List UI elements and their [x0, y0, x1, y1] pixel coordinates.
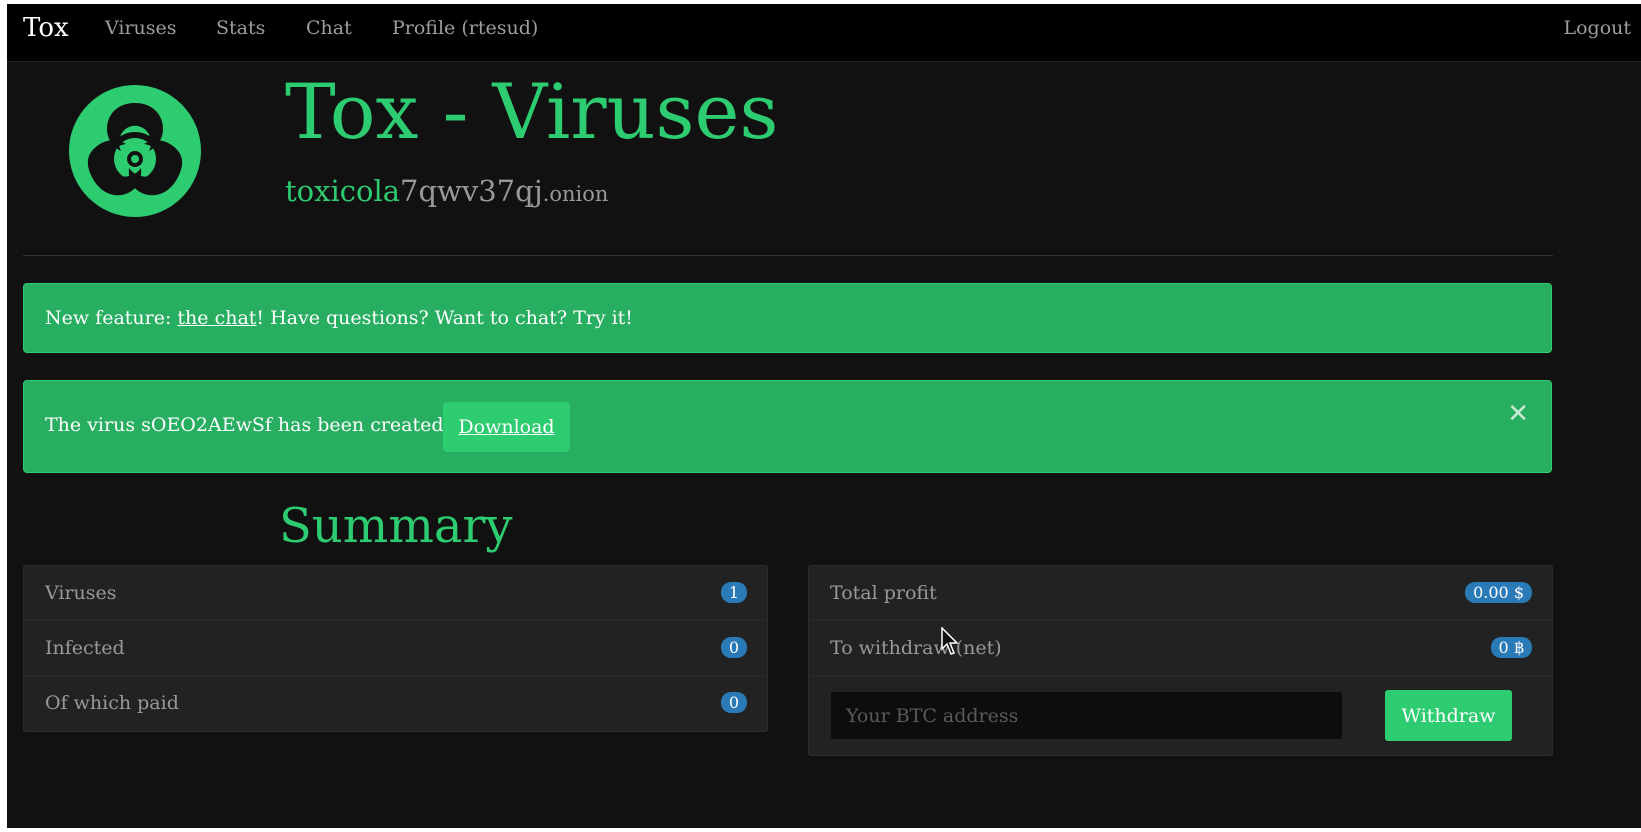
mouse-cursor-icon: [941, 627, 959, 655]
chat-link[interactable]: the chat: [177, 307, 256, 329]
viruses-count-badge: 1: [720, 582, 747, 603]
page-frame: Tox Viruses Stats Chat Profile (rtesud) …: [7, 4, 1641, 828]
btc-address-input[interactable]: [830, 691, 1343, 740]
logout-link[interactable]: Logout: [1563, 17, 1631, 39]
infected-count-badge: 0: [720, 637, 747, 658]
onion-prefix: toxicola: [285, 174, 401, 208]
feature-prefix: New feature:: [45, 307, 178, 329]
list-item: Of which paid 0: [24, 676, 767, 731]
onion-middle: 7qwv37qj: [400, 174, 543, 208]
feature-alert: New feature: the chat! Have questions? W…: [23, 283, 1552, 353]
infected-label: Infected: [45, 637, 125, 659]
feature-suffix: ! Have questions? Want to chat? Try it!: [256, 307, 633, 329]
page-title: Tox - Viruses: [285, 67, 779, 156]
onion-address: toxicola7qwv37qj.onion: [285, 174, 608, 208]
navbar: Tox Viruses Stats Chat Profile (rtesud) …: [7, 4, 1641, 62]
paid-label: Of which paid: [45, 692, 179, 714]
feature-alert-text: New feature: the chat! Have questions? W…: [45, 307, 633, 329]
list-item: Total profit 0.00 $: [809, 566, 1552, 621]
to-withdraw-badge: 0 ฿: [1490, 637, 1532, 658]
profit-panel: Total profit 0.00 $ To withdraw (net) 0 …: [808, 565, 1553, 756]
to-withdraw-label: To withdraw (net): [830, 637, 1002, 659]
onion-tld: .onion: [542, 182, 609, 206]
nav-stats[interactable]: Stats: [216, 17, 265, 39]
virus-created-alert: The virus sOEO2AEwSf has been created: D…: [23, 380, 1552, 473]
paid-count-badge: 0: [720, 692, 747, 713]
list-item: To withdraw (net) 0 ฿: [809, 621, 1552, 676]
viruses-label: Viruses: [45, 582, 117, 604]
nav-chat[interactable]: Chat: [306, 17, 352, 39]
summary-heading: Summary: [279, 498, 513, 554]
withdraw-button[interactable]: Withdraw: [1385, 690, 1512, 741]
nav-profile[interactable]: Profile (rtesud): [392, 17, 538, 39]
virus-created-text: The virus sOEO2AEwSf has been created:: [45, 414, 450, 436]
list-item: Infected 0: [24, 621, 767, 676]
total-profit-label: Total profit: [830, 582, 937, 604]
download-button[interactable]: Download: [443, 402, 570, 452]
list-item: Viruses 1: [24, 566, 767, 621]
close-icon[interactable]: ✕: [1507, 399, 1529, 429]
brand-link[interactable]: Tox: [23, 13, 69, 43]
header-divider: [23, 255, 1553, 256]
total-profit-badge: 0.00 $: [1465, 582, 1532, 603]
biohazard-icon: [69, 85, 201, 217]
nav-viruses[interactable]: Viruses: [105, 17, 177, 39]
summary-stats-panel: Viruses 1 Infected 0 Of which paid 0: [23, 565, 768, 732]
